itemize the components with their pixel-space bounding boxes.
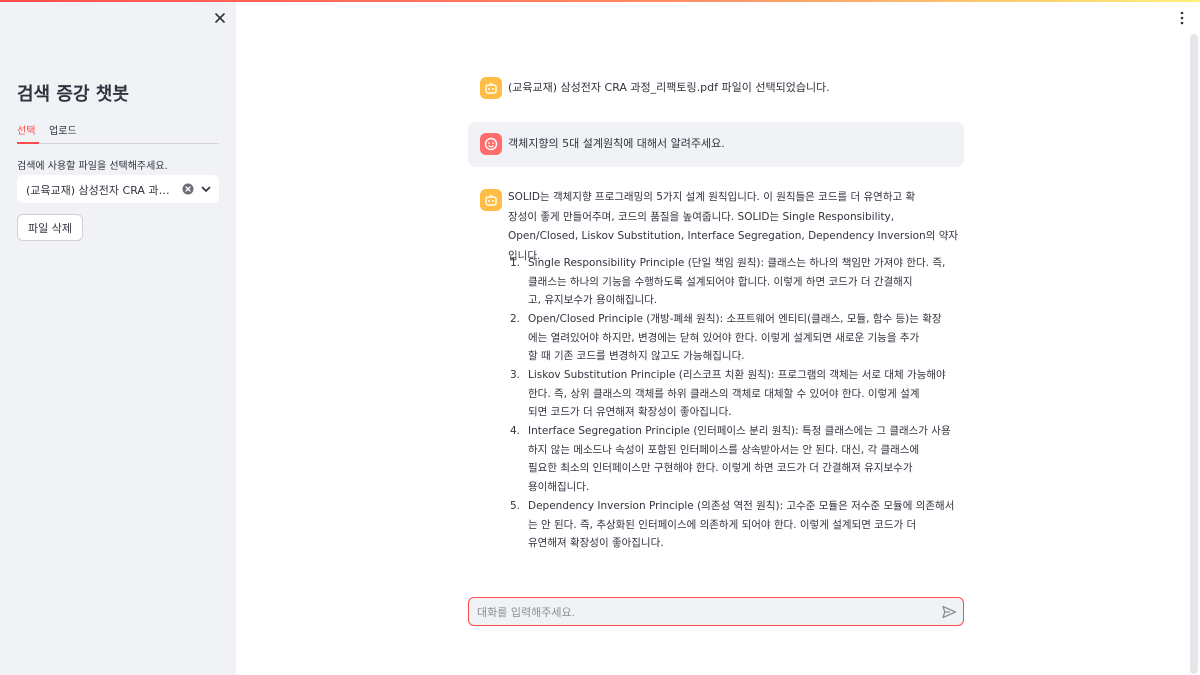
answer-intro-line: 장성이 좋게 만들어주며, 코드의 품질을 높여줍니다. SOLID는 Sing… [508, 210, 895, 223]
chevron-down-icon[interactable] [200, 183, 212, 195]
file-select-label: 검색에 사용할 파일을 선택해주세요. [17, 161, 168, 172]
top-decoration-line [0, 0, 1200, 2]
bot-icon [485, 82, 497, 94]
list-item-number: 5. [510, 500, 521, 512]
list-item-number: 4. [510, 425, 521, 437]
bot-avatar [480, 189, 502, 211]
list-item-line: 하지 않는 메소드나 속성이 포함된 인터페이스를 상속받아서는 안 된다. 대… [528, 443, 920, 456]
chat-message-assistant: SOLID는 객체지향 프로그래밍의 5가지 설계 원칙입니다. 이 원칙들은 … [468, 186, 964, 556]
list-item-line: 할 때 기존 코드를 변경하지 않고도 가능해집니다. [528, 350, 745, 362]
chat-input-container [468, 597, 964, 626]
list-item-line: 용이해집니다. [528, 480, 590, 493]
sidebar: 검색 증강 챗봇 선택 업로드 검색에 사용할 파일을 선택해주세요. (교육교… [0, 0, 236, 675]
file-select[interactable]: (교육교재) 삼성전자 CRA 과정_리팩토링.pdf [17, 175, 219, 203]
delete-file-button[interactable]: 파일 삭제 [17, 214, 83, 241]
chat-message-user: 객체지향의 5대 설계원칙에 대해서 알려주세요. [468, 122, 964, 167]
list-item-line: 클래스는 하나의 기능을 수행하도록 설계되어야 합니다. 이렇게 하면 코드가… [528, 275, 913, 288]
bot-avatar [480, 77, 502, 99]
user-face-icon [484, 137, 498, 151]
list-item-line: 한다. 즉, 상위 클래스의 객체를 하위 클래스의 객체로 대체할 수 있어야… [528, 387, 920, 400]
list-item-line: 유연해져 확장성이 좋아집니다. [528, 537, 664, 549]
message-text: 객체지향의 5대 설계원칙에 대해서 알려주세요. [508, 137, 725, 150]
list-item-number: 1. [510, 257, 521, 269]
list-item: 5. Dependency Inversion Principle (의존성 역… [510, 497, 964, 553]
message-text: (교육교재) 삼성전자 CRA 과정_리팩토링.pdf 파일이 선택되었습니다. [508, 81, 830, 94]
close-icon[interactable] [212, 10, 228, 26]
list-item-line: 고, 유지보수가 용이해집니다. [528, 294, 658, 306]
answer-intro-line: SOLID는 객체지향 프로그래밍의 5가지 설계 원칙입니다. 이 원칙들은 … [508, 191, 916, 203]
tab-upload[interactable]: 업로드 [49, 122, 77, 137]
list-item: 1. Single Responsibility Principle (단일 책… [510, 254, 964, 310]
kebab-menu-icon[interactable] [1178, 10, 1186, 26]
list-item: 4. Interface Segregation Principle (인터페이… [510, 422, 964, 496]
clear-icon[interactable] [182, 183, 194, 195]
scrollbar-thumb[interactable] [1190, 34, 1198, 674]
main-scrollbar[interactable] [1188, 30, 1200, 675]
bot-icon [485, 194, 497, 206]
list-item-line: 되면 코드가 더 유연해져 확장성이 좋아집니다. [528, 406, 732, 418]
active-tab-indicator [17, 142, 39, 144]
list-item-line: Interface Segregation Principle (인터페이스 분… [528, 425, 951, 437]
send-icon[interactable] [941, 604, 957, 620]
list-item-line: Open/Closed Principle (개방-폐쇄 원칙): 소프트웨어 … [528, 313, 942, 325]
chat-input[interactable] [477, 602, 927, 622]
tab-select[interactable]: 선택 [17, 122, 35, 137]
sidebar-tabs: 선택 업로드 [17, 120, 219, 144]
list-item-number: 2. [510, 313, 521, 325]
list-item: 3. Liskov Substitution Principle (리스코프 치… [510, 366, 964, 422]
list-item-line: 는 안 된다. 즉, 추상화된 인터페이스에 의존하게 되어야 한다. 이렇게 … [528, 518, 917, 531]
list-item-line: 에는 열려있어야 하지만, 변경에는 닫혀 있어야 한다. 이렇게 설계되면 새… [528, 331, 920, 344]
list-item-line: Single Responsibility Principle (단일 책임 원… [528, 257, 946, 269]
chat-message-assistant: (교육교재) 삼성전자 CRA 과정_리팩토링.pdf 파일이 선택되었습니다. [468, 74, 964, 102]
list-item-line: Liskov Substitution Principle (리스코프 치환 원… [528, 369, 946, 381]
list-item-number: 3. [510, 369, 521, 381]
file-select-value: (교육교재) 삼성전자 CRA 과정_리팩토링.pdf [26, 184, 176, 197]
list-item-line: Dependency Inversion Principle (의존성 역전 원… [528, 500, 955, 512]
list-item: 2. Open/Closed Principle (개방-폐쇄 원칙): 소프트… [510, 310, 964, 366]
user-avatar [480, 133, 502, 155]
list-item-line: 필요한 최소의 인터페이스만 구현해야 한다. 이렇게 하면 코드가 더 간결해… [528, 462, 913, 474]
sidebar-title: 검색 증강 챗봇 [17, 84, 129, 105]
